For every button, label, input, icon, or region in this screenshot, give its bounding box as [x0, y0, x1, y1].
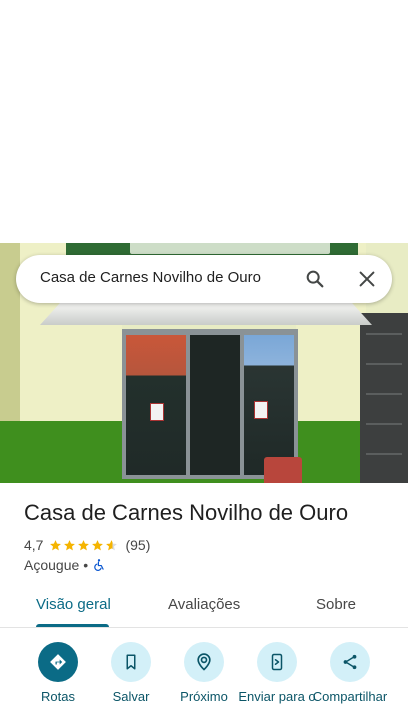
place-tabs: Visão geral Avaliações Sobre	[0, 585, 408, 628]
photo-glass-door	[190, 335, 240, 475]
search-bar[interactable]: Casa de Carnes Novilho de Ouro	[16, 255, 392, 303]
save-button[interactable]: Salvar	[91, 640, 171, 718]
photo-sign-panel	[130, 243, 330, 254]
photo-door-notice	[150, 403, 164, 421]
send-to-phone-icon	[271, 653, 283, 671]
share-button[interactable]: Compartilhar	[310, 640, 390, 718]
nearby-button[interactable]: Próximo	[164, 640, 244, 718]
directions-label: Rotas	[41, 690, 75, 704]
directions-icon	[50, 654, 66, 670]
tab-overview[interactable]: Visão geral	[36, 596, 111, 613]
rating-stars	[49, 539, 119, 552]
tab-about[interactable]: Sobre	[316, 596, 356, 613]
close-icon[interactable]	[356, 268, 378, 290]
directions-button[interactable]: Rotas	[18, 640, 98, 718]
search-input[interactable]: Casa de Carnes Novilho de Ouro	[40, 269, 261, 286]
nearby-icon	[197, 653, 211, 671]
send-to-phone-label: Enviar para o	[238, 690, 316, 704]
share-icon	[343, 654, 357, 670]
star-icon	[92, 539, 104, 550]
save-label: Salvar	[112, 690, 150, 704]
action-bar: Rotas Salvar Próximo Enviar para o Compa…	[0, 640, 408, 726]
nearby-label: Próximo	[180, 690, 228, 704]
star-icon	[50, 539, 62, 550]
place-title: Casa de Carnes Novilho de Ouro	[24, 500, 349, 525]
bookmark-icon	[126, 654, 136, 670]
search-icon[interactable]	[304, 268, 326, 290]
category-row: Açougue •	[24, 556, 106, 574]
separator: •	[83, 557, 89, 573]
photo-product-bags	[264, 457, 302, 483]
map-area-blank	[0, 0, 408, 243]
place-category: Açougue	[24, 557, 80, 573]
wheelchair-icon	[94, 559, 104, 571]
tab-active-indicator	[36, 624, 109, 627]
star-icon	[78, 539, 90, 550]
photo-door-notice	[254, 401, 268, 419]
tab-reviews[interactable]: Avaliações	[168, 596, 240, 613]
review-count[interactable]: (95)	[125, 537, 150, 553]
send-to-phone-button[interactable]: Enviar para o	[237, 640, 317, 718]
rating-value: 4,7	[24, 537, 44, 553]
share-label: Compartilhar	[312, 690, 388, 704]
photo-glass-door	[244, 335, 294, 475]
photo-awning	[40, 303, 372, 325]
rating-row[interactable]: 4,7 (95)	[24, 536, 150, 554]
star-half-icon	[106, 539, 118, 550]
photo-shutter	[360, 313, 408, 483]
star-icon	[64, 539, 76, 550]
